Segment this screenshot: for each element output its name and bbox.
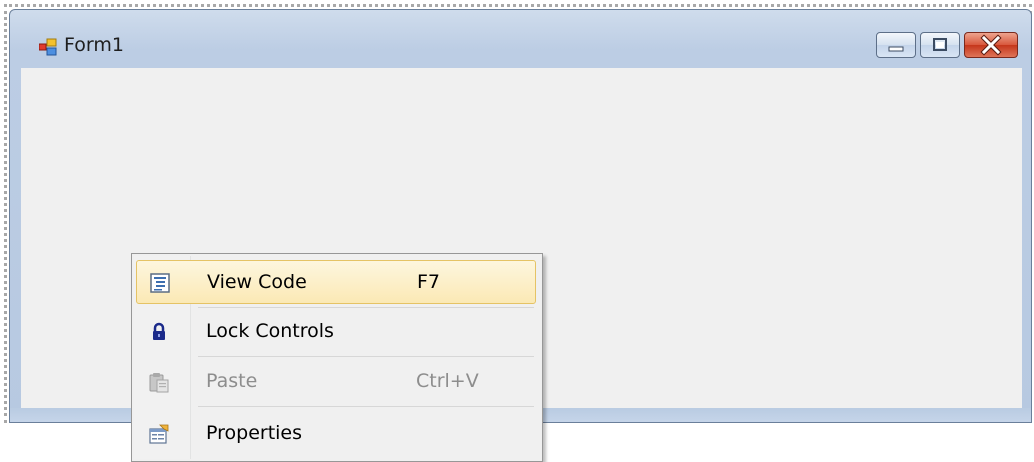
menu-separator [198,406,534,407]
menu-item-shortcut: F7 [417,271,441,293]
close-icon [980,34,1002,56]
menu-item-lock-controls[interactable]: Lock Controls [136,310,536,354]
window-title: Form1 [64,34,124,56]
view-code-icon [150,273,170,293]
menu-item-shortcut: Ctrl+V [416,370,479,392]
menu-item-paste[interactable]: Paste Ctrl+V [136,360,536,404]
maximize-icon [933,38,947,51]
menu-item-label: View Code [207,271,307,293]
form-icon [39,38,57,56]
close-button[interactable] [964,32,1018,58]
menu-item-label: Properties [206,422,303,444]
menu-separator [198,356,534,357]
minimize-icon [888,46,904,52]
context-menu: View Code F7 Lock Controls Paste Ctrl+V [131,253,543,462]
title-bar[interactable]: Form1 [10,10,1031,68]
minimize-button[interactable] [876,32,916,58]
menu-item-view-code[interactable]: View Code F7 [136,260,536,304]
menu-item-properties[interactable]: Properties [136,412,536,456]
lock-icon [153,322,165,340]
menu-item-label: Paste [206,370,258,392]
menu-item-label: Lock Controls [206,320,334,342]
menu-separator [198,307,534,308]
paste-icon [149,373,169,393]
maximize-button[interactable] [920,32,960,58]
properties-icon [149,424,169,444]
caption-buttons [872,32,1018,62]
